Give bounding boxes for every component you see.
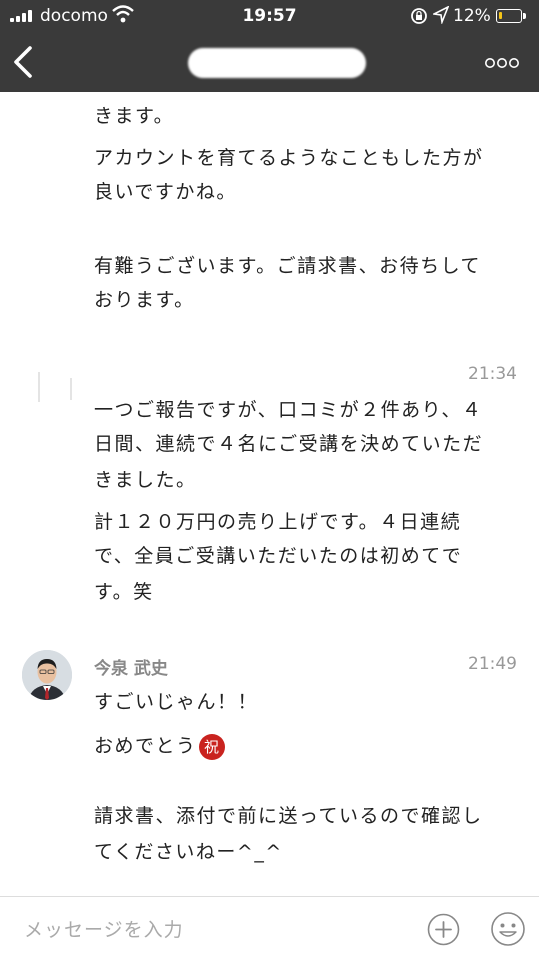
message-line: アカウントを育てるようなこともした方が xyxy=(94,147,484,169)
message-line: 有難うございます。ご請求書、お待ちして xyxy=(94,255,482,277)
chat-area[interactable]: きます。 アカウントを育てるようなこともした方が 良いですかね。 有難うございま… xyxy=(0,92,539,896)
message-input[interactable]: メッセージを入力 xyxy=(24,915,184,942)
chat-header xyxy=(0,32,539,92)
person-photo-icon xyxy=(22,650,72,700)
message-line: 日間、連続で４名にご受講を決めていただ xyxy=(94,433,484,455)
redacted-chat-title xyxy=(188,48,366,78)
rotation-lock-icon xyxy=(411,8,427,24)
message-line: てくださいねー^_^ xyxy=(94,841,283,863)
message-line: 計１２０万円の売り上げです。４日連続 xyxy=(94,511,462,533)
message-input-bar: メッセージを入力 xyxy=(0,896,539,960)
message-line: すごいじゃん！！ xyxy=(94,691,259,713)
plus-icon[interactable] xyxy=(427,913,460,946)
back-icon[interactable] xyxy=(10,42,40,82)
battery-percent: 12% xyxy=(453,6,491,26)
sender-name: 今泉 武史 xyxy=(94,659,168,679)
message-line: おめでとう祝 xyxy=(94,728,524,764)
message-time: 21:34 xyxy=(468,364,517,384)
message-line: きます。 xyxy=(94,105,175,127)
avatar[interactable] xyxy=(22,650,72,700)
message-time: 21:49 xyxy=(468,654,517,674)
avatar[interactable] xyxy=(22,362,74,414)
more-icon[interactable] xyxy=(484,57,520,69)
message-text: おめでとう xyxy=(94,735,197,757)
message-line: す。笑 xyxy=(94,581,154,603)
message-line: 良いですかね。 xyxy=(94,181,237,203)
celebration-emoji-icon: 祝 xyxy=(198,733,225,760)
message-line: おります。 xyxy=(94,289,195,311)
message-line: 請求書、添付で前に送っているので確認し xyxy=(94,805,483,827)
battery-icon xyxy=(496,9,526,23)
message-line: きました。 xyxy=(94,469,197,491)
battery-fill xyxy=(499,12,502,19)
location-icon xyxy=(433,6,449,24)
smiley-icon[interactable] xyxy=(490,911,526,947)
message-line: で、全員ご受講いただいたのは初めてで xyxy=(94,545,463,567)
status-bar: docomo 19:57 12% xyxy=(0,0,539,32)
message-line: 一つご報告ですが、口コミが２件あり、４ xyxy=(94,399,483,421)
